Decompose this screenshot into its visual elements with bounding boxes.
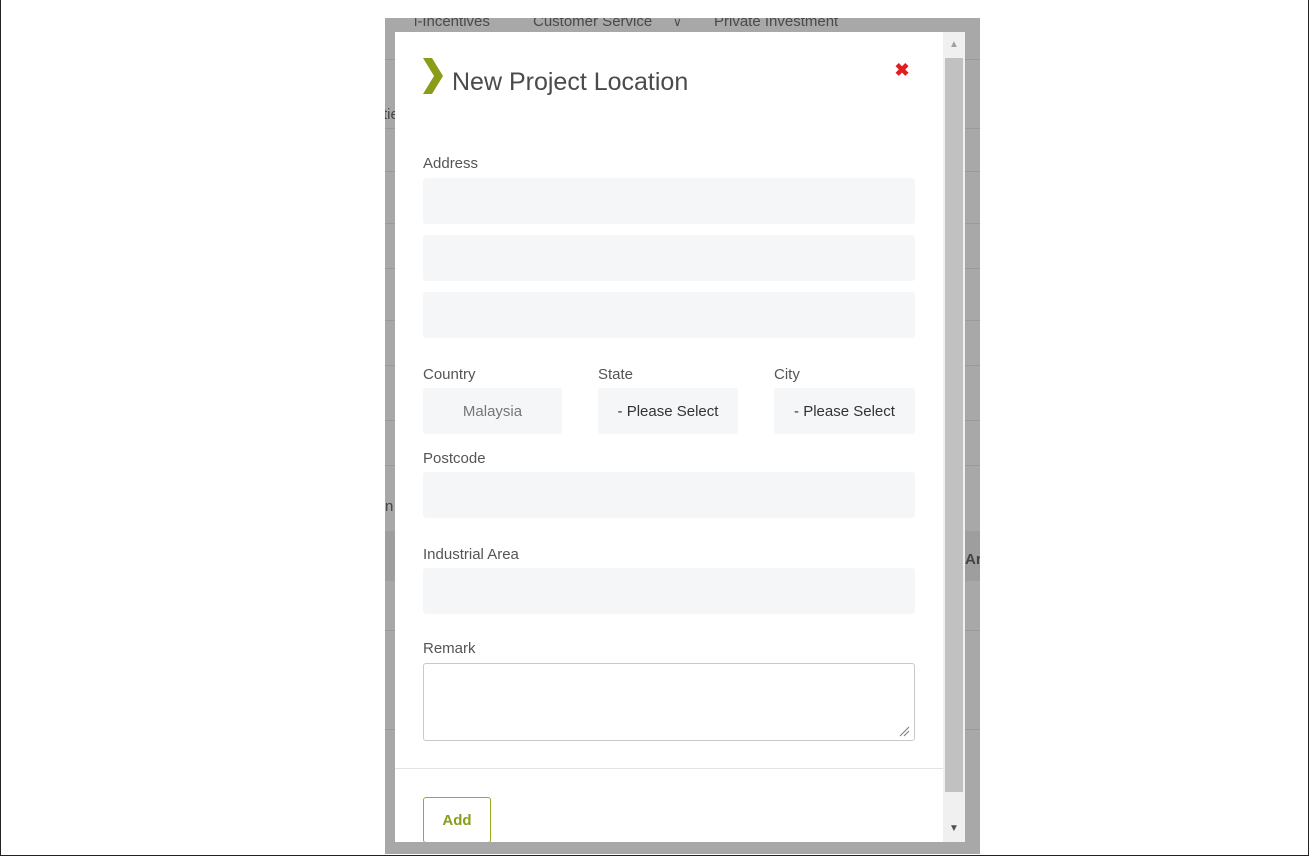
address-line-2-input[interactable] bbox=[423, 235, 915, 281]
postcode-input[interactable] bbox=[423, 472, 915, 518]
new-project-location-modal: New Project Location ✖ Address Country M… bbox=[395, 32, 943, 842]
modal-header: New Project Location ✖ bbox=[395, 32, 943, 122]
remark-label: Remark bbox=[423, 640, 476, 657]
city-value: - Please Select bbox=[794, 402, 895, 420]
modal-title: New Project Location bbox=[452, 68, 689, 96]
nav-item-customer-service: Customer Service bbox=[533, 18, 653, 30]
chevron-right-icon bbox=[423, 58, 443, 94]
background-text-fragment: Ar bbox=[965, 551, 980, 568]
chevron-down-icon: ∨ bbox=[673, 18, 682, 29]
remark-textarea[interactable] bbox=[423, 663, 915, 741]
state-value: - Please Select bbox=[617, 402, 719, 420]
industrial-area-label: Industrial Area bbox=[423, 546, 519, 563]
modal-scrollbar[interactable]: ▲ ▼ bbox=[943, 32, 965, 842]
scroll-up-arrow-icon[interactable]: ▲ bbox=[943, 32, 965, 58]
background-text-fragment: n bbox=[385, 498, 394, 515]
nav-item-private-investment: Private Investment bbox=[714, 18, 839, 30]
city-label: City bbox=[774, 366, 800, 383]
city-select[interactable]: - Please Select bbox=[774, 388, 915, 434]
industrial-area-input[interactable] bbox=[423, 568, 915, 614]
close-icon[interactable]: ✖ bbox=[892, 60, 912, 80]
resize-handle-icon[interactable] bbox=[898, 725, 910, 737]
state-label: State bbox=[598, 366, 634, 383]
scroll-down-arrow-icon[interactable]: ▼ bbox=[943, 816, 965, 842]
nav-item-i-incentives: i-Incentives bbox=[414, 18, 490, 30]
postcode-label: Postcode bbox=[423, 450, 486, 467]
address-label: Address bbox=[423, 155, 479, 172]
country-label: Country bbox=[423, 366, 476, 383]
state-select[interactable]: - Please Select bbox=[598, 388, 738, 434]
scrollbar-thumb[interactable] bbox=[945, 58, 963, 792]
add-button[interactable]: Add bbox=[423, 797, 491, 842]
country-select[interactable]: Malaysia bbox=[423, 388, 562, 434]
country-value: Malaysia bbox=[462, 402, 523, 420]
footer-divider bbox=[395, 768, 943, 769]
address-line-1-input[interactable] bbox=[423, 178, 915, 224]
address-line-3-input[interactable] bbox=[423, 292, 915, 338]
